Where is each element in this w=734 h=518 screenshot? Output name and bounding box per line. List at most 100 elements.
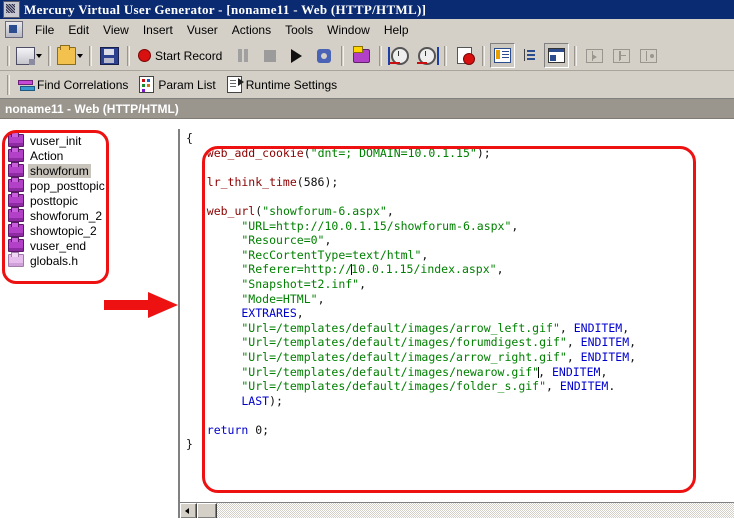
tree-item-label: posttopic <box>28 194 80 208</box>
step-run-button <box>582 43 607 68</box>
param-list-button[interactable]: Param List <box>136 72 221 97</box>
script-code[interactable]: { web_add_cookie("dnt=; DOMAIN=10.0.1.15… <box>186 131 636 452</box>
save-script-button[interactable] <box>97 43 122 68</box>
tree-item-showtopic-2[interactable]: showtopic_2 <box>2 223 178 238</box>
menu-item-file[interactable]: File <box>28 21 61 39</box>
toolbar-separator <box>89 46 92 66</box>
workspace: vuser_init Action showforum pop_posttopi… <box>0 129 734 518</box>
action-brick-icon <box>8 179 24 192</box>
header-file-icon <box>8 254 24 267</box>
tree-item-label: globals.h <box>28 254 80 268</box>
action-brick-icon <box>8 194 24 207</box>
runtime-settings-label: Runtime Settings <box>246 78 337 92</box>
tree-view-icon <box>523 49 537 62</box>
tree-item-label-selected: showforum <box>28 164 91 178</box>
end-transaction-button[interactable] <box>414 43 439 68</box>
tree-item-label: vuser_end <box>28 239 88 253</box>
tree-item-showforum[interactable]: showforum <box>2 163 178 178</box>
action-brick-icon <box>8 164 24 177</box>
step-over-button <box>636 43 661 68</box>
code-close-brace: } <box>186 437 193 451</box>
param-list-label: Param List <box>158 78 215 92</box>
scrollbar-thumb[interactable] <box>197 503 217 518</box>
menu-item-actions[interactable]: Actions <box>225 21 278 39</box>
menu-item-insert[interactable]: Insert <box>136 21 180 39</box>
window-titlebar: Mercury Virtual User Generator - [noname… <box>0 0 734 19</box>
floppy-save-icon <box>100 47 119 65</box>
record-circle-icon <box>138 49 151 62</box>
find-correlations-button[interactable]: Find Correlations <box>15 72 134 97</box>
gear-icon <box>317 49 331 63</box>
toolbar-separator <box>127 46 130 66</box>
script-editor-surface[interactable]: { web_add_cookie("dnt=; DOMAIN=10.0.1.15… <box>179 129 734 502</box>
step-into-button <box>609 43 634 68</box>
menu-item-view[interactable]: View <box>96 21 136 39</box>
menu-item-tools[interactable]: Tools <box>278 21 320 39</box>
rendezvous-button[interactable] <box>452 43 477 68</box>
chevron-down-icon[interactable] <box>77 54 83 58</box>
stop-square-icon <box>264 50 276 62</box>
run-button[interactable] <box>284 43 309 68</box>
runtime-settings-icon <box>227 76 242 93</box>
scrollbar-track[interactable] <box>217 503 734 518</box>
tree-item-posttopic[interactable]: posttopic <box>2 193 178 208</box>
menu-item-vuser[interactable]: Vuser <box>180 21 225 39</box>
toolbar-separator <box>379 46 382 66</box>
page-rendezvous-icon <box>457 47 472 64</box>
tree-item-showforum-2[interactable]: showforum_2 <box>2 208 178 223</box>
script-editor-pane[interactable]: { web_add_cookie("dnt=; DOMAIN=10.0.1.15… <box>179 129 734 518</box>
open-script-button[interactable] <box>56 43 84 68</box>
tree-item-label: pop_posttopic <box>28 179 107 193</box>
menu-item-help[interactable]: Help <box>377 21 416 39</box>
menu-item-window[interactable]: Window <box>320 21 377 39</box>
compile-button[interactable] <box>311 43 336 68</box>
tree-item-label: showforum_2 <box>28 209 104 223</box>
toolbar-separator <box>48 46 51 66</box>
script-list-icon <box>494 48 511 63</box>
menu-bar: File Edit View Insert Vuser Actions Tool… <box>0 19 734 41</box>
actions-tree-pane[interactable]: vuser_init Action showforum pop_posttopi… <box>0 129 179 518</box>
mdi-document-icon[interactable] <box>5 21 23 38</box>
tree-view-button[interactable] <box>517 43 542 68</box>
snapshot-view-button[interactable] <box>544 43 569 68</box>
document-title: noname11 - Web (HTTP/HTML) <box>5 102 179 116</box>
step-into-icon <box>613 49 630 63</box>
app-system-icon[interactable] <box>3 1 20 18</box>
stop-button[interactable] <box>257 43 282 68</box>
window-snapshot-icon <box>548 48 565 63</box>
vuser-brick-icon <box>353 49 370 63</box>
vuser-list-button[interactable] <box>349 43 374 68</box>
script-view-button[interactable] <box>490 43 515 68</box>
tree-item-action[interactable]: Action <box>2 148 178 163</box>
chevron-down-icon[interactable] <box>36 54 42 58</box>
horizontal-scrollbar[interactable] <box>179 502 734 518</box>
play-triangle-icon <box>291 49 302 63</box>
action-brick-icon <box>8 224 24 237</box>
menu-item-edit[interactable]: Edit <box>61 21 96 39</box>
toolbar-separator <box>7 46 10 66</box>
tree-item-globals-h[interactable]: globals.h <box>2 253 178 268</box>
tree-item-label: vuser_init <box>28 134 83 148</box>
runtime-settings-button[interactable]: Runtime Settings <box>224 72 343 97</box>
pause-button[interactable] <box>230 43 255 68</box>
clock-end-icon <box>418 47 436 65</box>
toolbar-separator <box>574 46 577 66</box>
window-title: Mercury Virtual User Generator - [noname… <box>24 2 426 18</box>
document-title-bar: noname11 - Web (HTTP/HTML) <box>0 99 734 119</box>
secondary-toolbar: Find Correlations Param List Runtime Set… <box>0 71 734 99</box>
start-transaction-button[interactable] <box>387 43 412 68</box>
tree-item-pop-posttopic[interactable]: pop_posttopic <box>2 178 178 193</box>
scroll-left-arrow[interactable] <box>180 503 197 518</box>
red-pointer-arrow <box>104 292 178 318</box>
new-script-button[interactable] <box>15 43 43 68</box>
main-toolbar: Start Record <box>0 41 734 71</box>
action-brick-icon <box>8 209 24 222</box>
toolbar-separator <box>7 75 10 95</box>
code-open-brace: { <box>186 131 193 145</box>
param-list-icon <box>139 76 154 93</box>
tree-item-vuser-end[interactable]: vuser_end <box>2 238 178 253</box>
start-record-button[interactable]: Start Record <box>135 43 228 68</box>
tree-item-vuser-init[interactable]: vuser_init <box>2 133 178 148</box>
action-brick-icon <box>8 149 24 162</box>
toolbar-separator <box>444 46 447 66</box>
